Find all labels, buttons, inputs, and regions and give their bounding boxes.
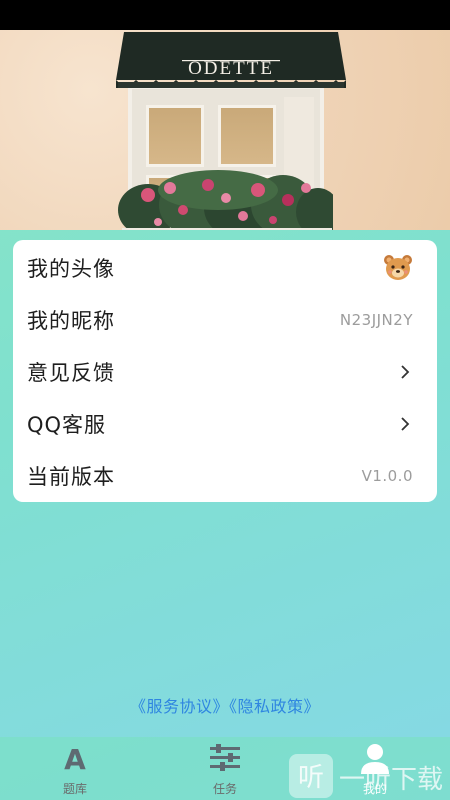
svg-text:一听下载: 一听下载 bbox=[339, 765, 443, 795]
status-bar bbox=[0, 0, 450, 30]
row-label: 我的昵称 bbox=[27, 309, 115, 333]
tab-label: 题库 bbox=[62, 782, 87, 796]
service-agreement-link[interactable]: 《服务协议》 bbox=[130, 697, 229, 716]
svg-text:听: 听 bbox=[298, 763, 324, 793]
tab-label: 任务 bbox=[212, 782, 237, 796]
row-label: QQ客服 bbox=[27, 413, 107, 437]
awning-sign: ODETTE bbox=[116, 32, 346, 88]
download-site-watermark: 听 一听下载 bbox=[289, 754, 443, 798]
tab-tasks[interactable]: 任务 bbox=[150, 737, 300, 800]
settings-card: 我的头像 我的昵称 N23JJN2Y 意见反馈 QQ客服 当前版本 V1.0.0 bbox=[13, 240, 437, 502]
chevron-right-icon bbox=[401, 417, 410, 431]
bear-avatar-icon[interactable] bbox=[383, 254, 413, 282]
row-feedback[interactable]: 意见反馈 bbox=[13, 346, 437, 398]
row-label: 意见反馈 bbox=[27, 361, 115, 385]
version-value: V1.0.0 bbox=[361, 467, 413, 485]
policy-links: 《服务协议》《隐私政策》 bbox=[0, 693, 450, 717]
tab-question-bank[interactable]: A 题库 bbox=[0, 737, 150, 800]
svg-text:A: A bbox=[64, 743, 86, 773]
chevron-right-icon bbox=[401, 365, 410, 379]
privacy-policy-link[interactable]: 《隐私政策》 bbox=[229, 697, 320, 716]
row-nickname[interactable]: 我的昵称 N23JJN2Y bbox=[13, 294, 437, 346]
row-label: 当前版本 bbox=[27, 465, 115, 489]
letter-a-icon: A bbox=[64, 743, 86, 773]
sliders-icon bbox=[210, 744, 240, 771]
row-qq-service[interactable]: QQ客服 bbox=[13, 398, 437, 450]
header-photo: ODETTE bbox=[0, 30, 450, 230]
nickname-value: N23JJN2Y bbox=[339, 311, 413, 329]
row-avatar[interactable]: 我的头像 bbox=[13, 242, 437, 294]
row-label: 我的头像 bbox=[27, 257, 115, 281]
row-version[interactable]: 当前版本 V1.0.0 bbox=[13, 450, 437, 502]
flower-box bbox=[118, 170, 333, 230]
